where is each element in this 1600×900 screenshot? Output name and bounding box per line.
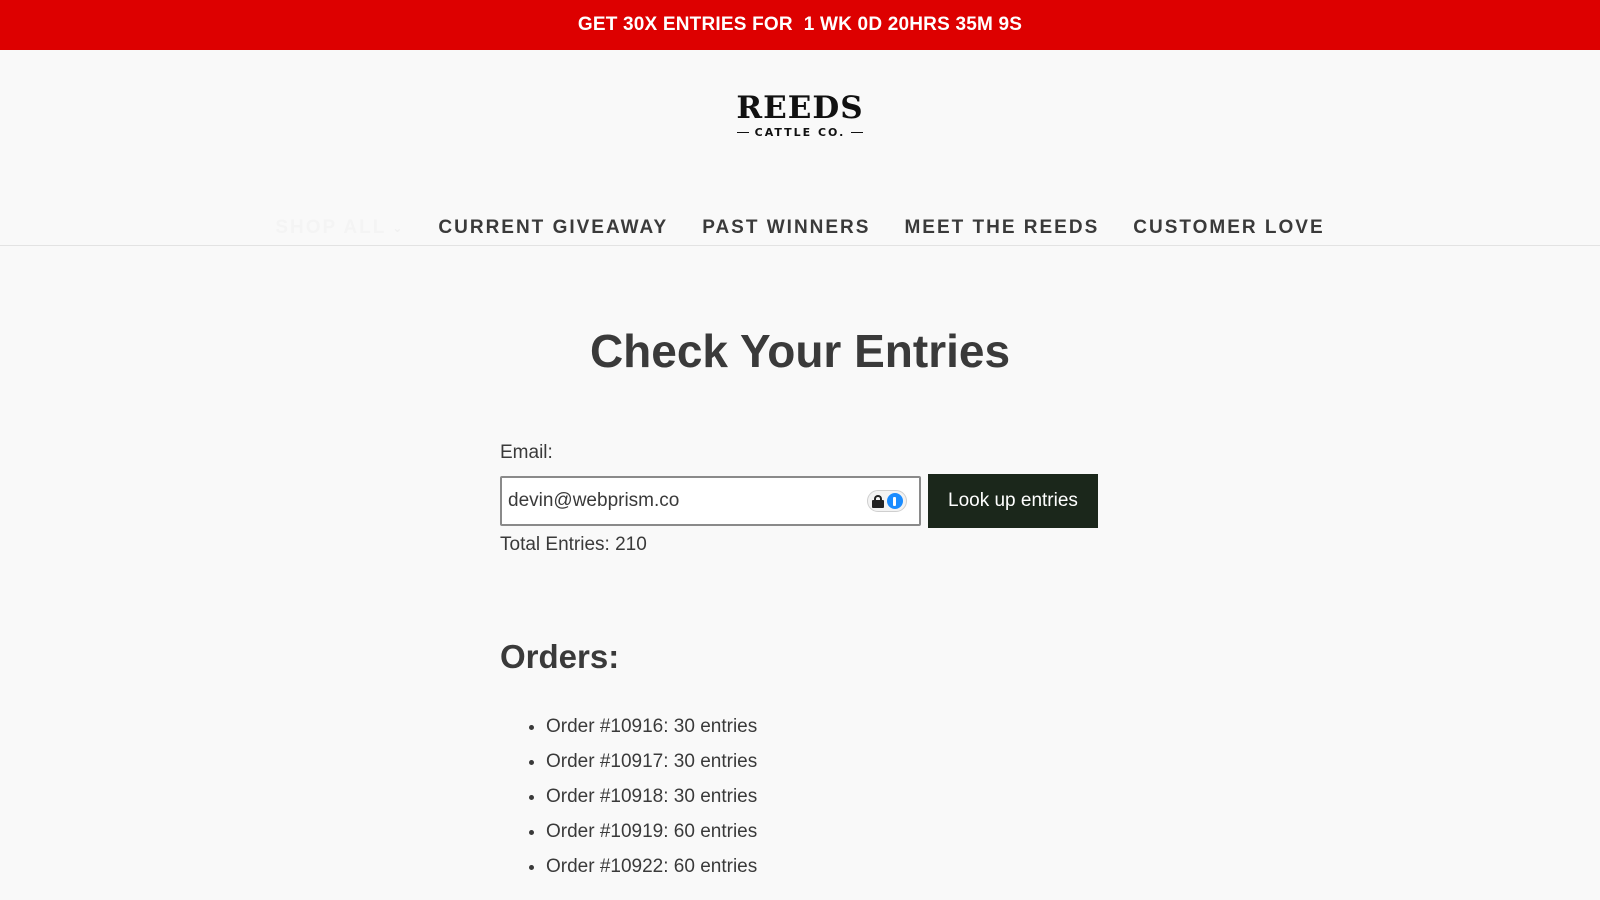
logo-subtitle: CATTLE CO. bbox=[754, 126, 846, 139]
announcement-bar: GET 30X ENTRIES FOR 1 WK 0D 20HRS 35M 9S bbox=[0, 0, 1600, 50]
password-manager-badge[interactable] bbox=[867, 490, 907, 512]
list-item: Order #10917: 30 entries bbox=[546, 751, 757, 786]
email-label: Email: bbox=[500, 442, 553, 463]
email-field-wrapper bbox=[500, 476, 921, 526]
nav-item-label: PAST WINNERS bbox=[702, 217, 871, 238]
logo-name: REEDS bbox=[736, 90, 864, 126]
site-header: REEDS CATTLE CO. SHOP ALL ⌄ CURRENT GIVE… bbox=[0, 50, 1600, 246]
email-input[interactable] bbox=[502, 478, 919, 524]
list-item: Order #10916: 30 entries bbox=[546, 716, 757, 751]
nav-item-customer-love[interactable]: CUSTOMER LOVE bbox=[1133, 217, 1324, 239]
nav-item-label: SHOP ALL bbox=[275, 217, 387, 238]
announcement-text: GET 30X ENTRIES FOR 1 WK 0D 20HRS 35M 9S bbox=[577, 14, 1023, 35]
form-row: Look up entries bbox=[500, 474, 1098, 528]
nav-item-meet-the-reeds[interactable]: MEET THE REEDS bbox=[904, 217, 1099, 239]
nav-item-label: CUSTOMER LOVE bbox=[1133, 217, 1325, 238]
main-nav: SHOP ALL ⌄ CURRENT GIVEAWAY PAST WINNERS… bbox=[0, 217, 1600, 239]
page-title: Check Your Entries bbox=[589, 325, 1011, 377]
nav-item-label: CURRENT GIVEAWAY bbox=[438, 217, 669, 238]
look-up-entries-button[interactable]: Look up entries bbox=[928, 474, 1098, 528]
logo-subtitle-row: CATTLE CO. bbox=[730, 126, 870, 139]
logo-dash-left bbox=[736, 131, 749, 134]
orders-list: Order #10916: 30 entries Order #10917: 3… bbox=[500, 716, 757, 891]
nav-item-past-winners[interactable]: PAST WINNERS bbox=[702, 217, 870, 239]
nav-item-current-giveaway[interactable]: CURRENT GIVEAWAY bbox=[438, 217, 668, 239]
list-item: Order #10918: 30 entries bbox=[546, 786, 757, 821]
logo-dash-right bbox=[851, 131, 864, 134]
orders-heading: Orders: bbox=[500, 638, 620, 675]
nav-item-label: MEET THE REEDS bbox=[904, 217, 1100, 238]
site-logo[interactable]: REEDS CATTLE CO. bbox=[730, 92, 870, 139]
chevron-down-icon: ⌄ bbox=[392, 221, 405, 235]
nav-item-shop-all[interactable]: SHOP ALL ⌄ bbox=[275, 217, 404, 239]
entries-lookup-form: Email: Look up entries Total Entries: 21… bbox=[500, 442, 1098, 556]
total-entries: Total Entries: 210 bbox=[500, 534, 647, 555]
password-manager-icon bbox=[886, 493, 903, 509]
lock-icon bbox=[871, 494, 884, 508]
list-item: Order #10919: 60 entries bbox=[546, 821, 757, 856]
list-item: Order #10922: 60 entries bbox=[546, 856, 757, 891]
